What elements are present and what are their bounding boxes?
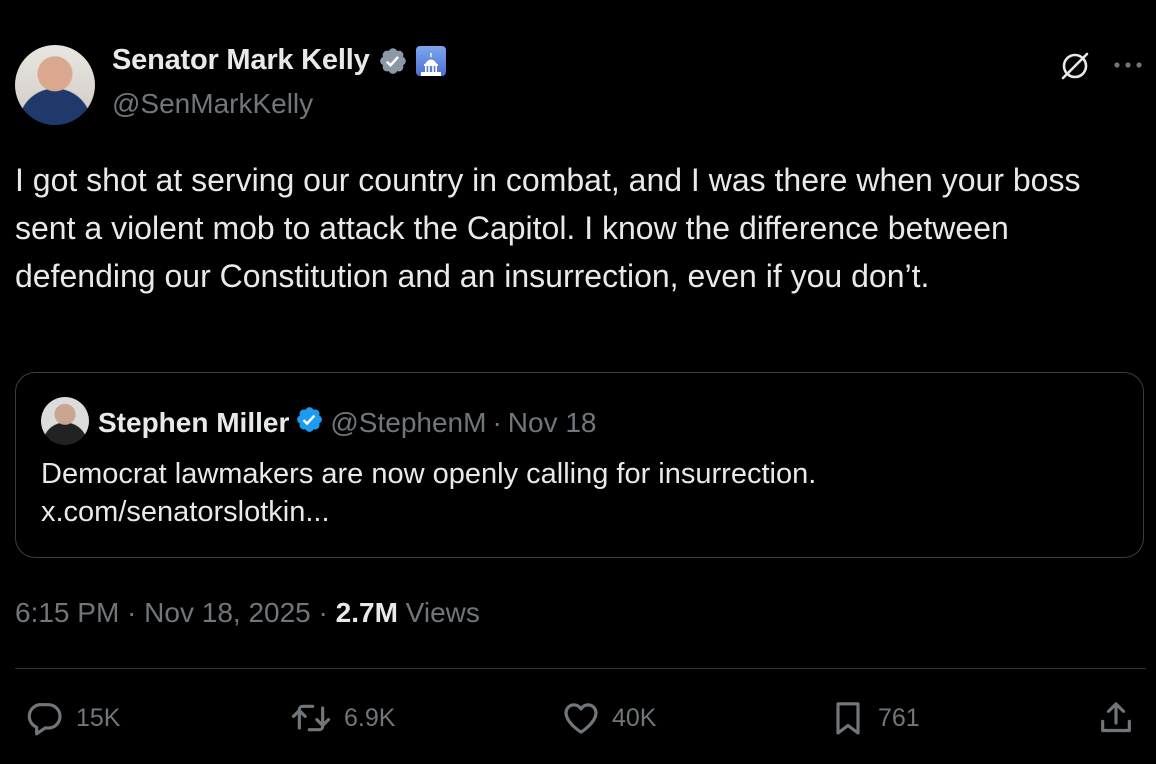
views-count: 2.7M [335, 597, 398, 628]
quote-link[interactable]: x.com/senatorslotkin... [41, 493, 816, 531]
tweet-time[interactable]: 6:15 PM [15, 597, 119, 629]
reply-button[interactable]: 15K [24, 698, 120, 738]
repost-button[interactable]: 6.9K [288, 698, 395, 738]
divider [15, 668, 1146, 669]
like-count: 40K [612, 703, 657, 732]
bookmark-icon [828, 698, 868, 738]
metadata-separator: · [119, 597, 145, 628]
bookmark-count: 761 [878, 703, 920, 732]
more-icon[interactable] [1110, 50, 1146, 80]
reply-icon [24, 698, 66, 738]
quote-author-avatar[interactable] [41, 397, 89, 445]
grok-icon[interactable] [1055, 46, 1095, 86]
verified-badge-icon[interactable] [295, 405, 324, 441]
reply-count: 15K [76, 703, 121, 732]
like-button[interactable]: 40K [560, 698, 656, 738]
tweet-metadata: 6:15 PM · Nov 18, 2025 · 2.7M Views [15, 597, 480, 629]
author-header: Senator Mark Kelly [112, 44, 446, 77]
heart-icon [560, 698, 602, 738]
quote-text: Democrat lawmakers are now openly callin… [41, 458, 817, 490]
metadata-separator: · [310, 597, 336, 628]
share-icon [1096, 698, 1136, 738]
quote-author-name[interactable]: Stephen Miller [98, 407, 289, 439]
author-avatar[interactable] [15, 45, 95, 125]
repost-icon [288, 698, 334, 738]
quote-header: Stephen Miller @StephenM · Nov 18 [98, 405, 597, 441]
author-name[interactable]: Senator Mark Kelly [112, 44, 370, 77]
quote-author-handle[interactable]: @StephenM [330, 407, 486, 439]
quote-separator: · [492, 407, 502, 438]
tweet-text: I got shot at serving our country in com… [15, 162, 1090, 294]
tweet-date[interactable]: Nov 18, 2025 [144, 597, 311, 629]
views-label: Views [405, 597, 480, 628]
bookmark-button[interactable]: 761 [828, 698, 920, 738]
author-handle[interactable]: @SenMarkKelly [112, 88, 313, 120]
capitol-building-icon[interactable] [415, 45, 446, 76]
quoted-tweet[interactable]: Stephen Miller @StephenM · Nov 18 Democr… [15, 372, 1144, 558]
share-button[interactable] [1096, 698, 1136, 738]
verified-badge-icon[interactable] [378, 46, 408, 76]
views-spacer [398, 597, 406, 629]
quote-body: Democrat lawmakers are now openly callin… [41, 455, 816, 531]
quote-date[interactable]: Nov 18 [508, 407, 597, 439]
repost-count: 6.9K [344, 703, 396, 732]
